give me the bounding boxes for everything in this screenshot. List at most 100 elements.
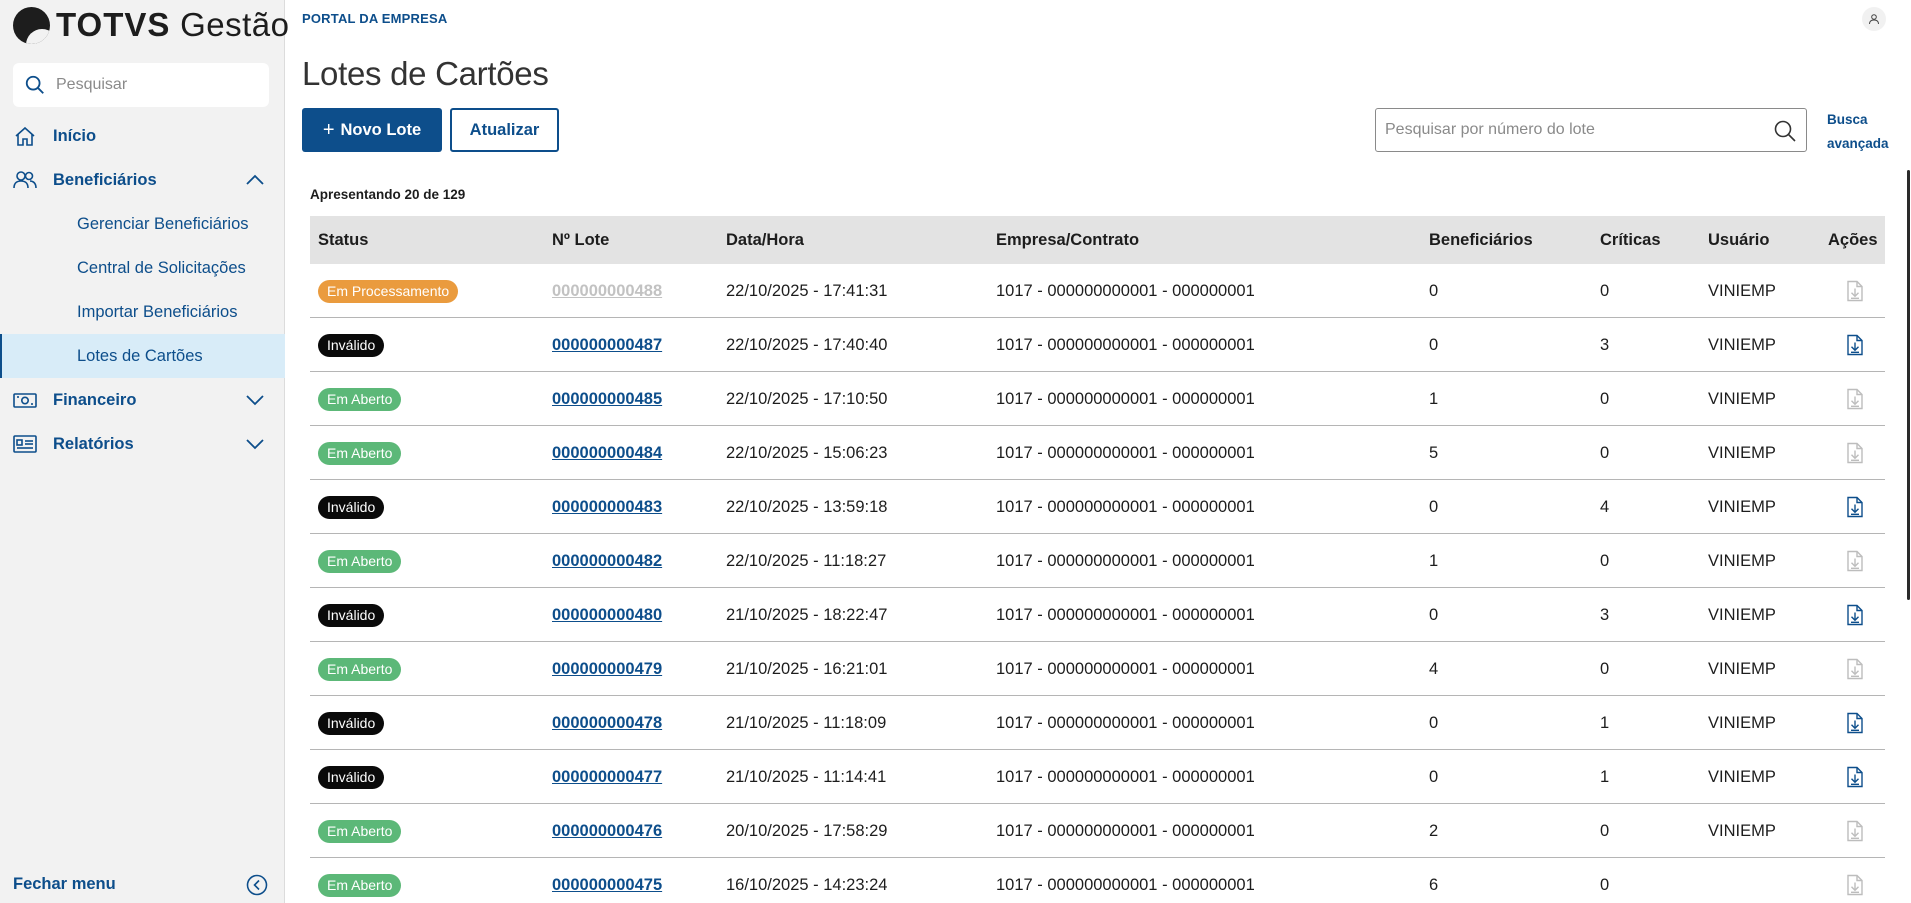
empresa-cell: 1017 - 000000000001 - 000000001	[996, 821, 1255, 840]
status-cell: Inválido	[318, 696, 385, 750]
plus-icon: +	[322, 119, 335, 141]
download-file-icon[interactable]	[1845, 712, 1865, 734]
new-lot-button[interactable]: + Novo Lote	[302, 108, 442, 152]
table-row: Em Aberto 000000000482 22/10/2025 - 11:18:…	[310, 534, 1885, 588]
sidebar-search-input[interactable]	[56, 76, 246, 94]
actions-cell	[1845, 804, 1865, 858]
table-row: Inválido 000000000477 21/10/2025 - 11:14:4…	[310, 750, 1885, 804]
lot-number-link[interactable]: 000000000484	[552, 444, 662, 463]
lot-number-link[interactable]: 000000000480	[552, 606, 662, 625]
collapse-left-icon	[246, 874, 268, 896]
chevron-down-icon	[246, 439, 264, 450]
users-icon	[13, 171, 37, 189]
datetime-cell: 22/10/2025 - 13:59:18	[726, 497, 888, 516]
user-avatar-button[interactable]	[1862, 7, 1886, 31]
sidebar-search[interactable]	[13, 63, 269, 107]
lot-number-link[interactable]: 000000000482	[552, 552, 662, 571]
beneficiarios-cell: 0	[1429, 335, 1439, 354]
lote-cell: 000000000483	[552, 480, 662, 534]
sidebar-subitem-gerenciar-beneficiarios[interactable]: Gerenciar Beneficiários	[0, 202, 285, 246]
download-file-icon[interactable]	[1845, 766, 1865, 788]
download-file-icon[interactable]	[1845, 604, 1865, 626]
status-cell: Inválido	[318, 588, 385, 642]
table-header: Status Nº Lote Data/Hora Empresa/Contrat…	[310, 216, 1885, 264]
status-badge: Inválido	[318, 765, 385, 789]
usuario-cell: VINIEMP	[1708, 497, 1776, 516]
logo-brand-bold: TOTVS	[56, 6, 171, 43]
status-badge: Inválido	[318, 495, 385, 519]
lot-number-link[interactable]: 000000000487	[552, 336, 662, 355]
sidebar-subitem-importar-beneficiarios[interactable]: Importar Beneficiários	[0, 290, 285, 334]
actions-cell	[1845, 858, 1865, 903]
actions-cell	[1845, 588, 1865, 642]
lote-cell: 000000000475	[552, 858, 662, 903]
sidebar-item-label: Relatórios	[53, 434, 134, 453]
table-row: Em Aberto 000000000479 21/10/2025 - 16:21:…	[310, 642, 1885, 696]
lot-number-link[interactable]: 000000000477	[552, 768, 662, 787]
search-icon[interactable]	[1773, 119, 1797, 143]
empresa-cell: 1017 - 000000000001 - 000000001	[996, 605, 1255, 624]
datetime-cell: 21/10/2025 - 11:18:09	[726, 713, 887, 732]
actions-cell	[1845, 480, 1865, 534]
refresh-button[interactable]: Atualizar	[450, 108, 559, 152]
criticas-cell: 0	[1600, 389, 1610, 408]
empresa-cell: 1017 - 000000000001 - 000000001	[996, 875, 1255, 894]
lot-number-link[interactable]: 000000000479	[552, 660, 662, 679]
download-file-icon	[1847, 820, 1863, 842]
advanced-search-link[interactable]: Busca avançada	[1827, 108, 1897, 156]
beneficiarios-cell: 0	[1429, 767, 1439, 786]
lot-search[interactable]	[1375, 108, 1807, 152]
actions-cell	[1845, 750, 1865, 804]
close-menu-label: Fechar menu	[13, 874, 116, 893]
usuario-cell: VINIEMP	[1708, 767, 1776, 786]
lote-cell: 000000000482	[552, 534, 662, 588]
scrollbar-thumb[interactable]	[1907, 170, 1910, 600]
lot-number-link[interactable]: 000000000483	[552, 498, 662, 517]
lote-cell: 000000000479	[552, 642, 662, 696]
table-row: Em Aberto 000000000485 22/10/2025 - 17:10:…	[310, 372, 1885, 426]
lote-cell: 000000000478	[552, 696, 662, 750]
lot-number-link[interactable]: 000000000485	[552, 390, 662, 409]
sidebar-item-relatorios[interactable]: Relatórios	[0, 422, 285, 466]
datetime-cell: 21/10/2025 - 16:21:01	[726, 659, 888, 678]
table-row: Inválido 000000000483 22/10/2025 - 13:59:1…	[310, 480, 1885, 534]
beneficiarios-cell: 0	[1429, 713, 1439, 732]
lote-cell: 000000000487	[552, 318, 662, 372]
sidebar-item-beneficiarios[interactable]: Beneficiários	[0, 158, 285, 202]
lot-search-input[interactable]	[1385, 121, 1765, 139]
beneficiarios-cell: 6	[1429, 875, 1439, 894]
actions-cell	[1845, 534, 1865, 588]
download-file-icon[interactable]	[1845, 496, 1865, 518]
column-header-datetime: Data/Hora	[726, 230, 804, 249]
download-file-icon[interactable]	[1845, 334, 1865, 356]
chevron-up-icon	[246, 174, 264, 185]
status-badge: Em Aberto	[318, 387, 402, 411]
lot-number-link[interactable]: 000000000478	[552, 714, 662, 733]
empresa-cell: 1017 - 000000000001 - 000000001	[996, 281, 1255, 300]
sidebar-subitem-lotes-cartoes[interactable]: Lotes de Cartões	[0, 334, 285, 378]
sidebar-item-financeiro[interactable]: Financeiro	[0, 378, 285, 422]
table-body: Em Processamento 000000000488 22/10/2025 -…	[310, 264, 1885, 903]
sidebar: TOTVS Gestão Início Beneficiários Gerenc…	[0, 0, 289, 903]
lot-number-link[interactable]: 000000000475	[552, 876, 662, 895]
actions-cell	[1845, 372, 1865, 426]
criticas-cell: 3	[1600, 605, 1610, 624]
sidebar-item-inicio[interactable]: Início	[0, 114, 285, 158]
sidebar-item-label: Financeiro	[53, 390, 137, 409]
criticas-cell: 0	[1600, 875, 1610, 894]
usuario-cell: VINIEMP	[1708, 713, 1776, 732]
status-cell: Em Aberto	[318, 642, 402, 696]
empresa-cell: 1017 - 000000000001 - 000000001	[996, 443, 1255, 462]
status-badge: Em Aberto	[318, 873, 402, 897]
close-menu-button[interactable]: Fechar menu	[0, 862, 285, 903]
empresa-cell: 1017 - 000000000001 - 000000001	[996, 497, 1255, 516]
status-cell: Inválido	[318, 318, 385, 372]
sidebar-subitem-central-solicitacoes[interactable]: Central de Solicitações	[0, 246, 285, 290]
beneficiarios-cell: 1	[1429, 389, 1439, 408]
empresa-cell: 1017 - 000000000001 - 000000001	[996, 389, 1255, 408]
status-badge: Inválido	[318, 711, 385, 735]
table-row: Inválido 000000000487 22/10/2025 - 17:40:4…	[310, 318, 1885, 372]
user-icon	[1869, 14, 1879, 25]
results-count: Apresentando 20 de 129	[310, 187, 466, 202]
lot-number-link[interactable]: 000000000476	[552, 822, 662, 841]
